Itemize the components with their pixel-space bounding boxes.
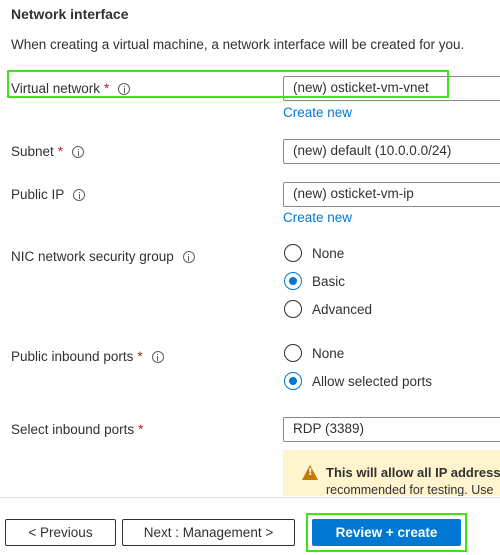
info-icon[interactable]	[151, 350, 164, 363]
required-marker: *	[57, 144, 64, 159]
section-title: Network interface	[11, 6, 129, 22]
public-ip-create-new-link[interactable]: Create new	[283, 210, 352, 225]
warning-icon: !	[302, 465, 318, 480]
nic-nsg-option-none[interactable]: None	[284, 244, 344, 262]
public-ip-label: Public IP	[11, 187, 86, 202]
nic-nsg-label: NIC network security group	[11, 249, 195, 264]
public-ip-dropdown[interactable]: (new) osticket-vm-ip	[283, 182, 500, 207]
subnet-label: Subnet *	[11, 144, 85, 159]
info-icon[interactable]	[72, 145, 85, 158]
radio-label: Basic	[312, 273, 346, 289]
previous-button[interactable]: < Previous	[5, 519, 116, 546]
select-inbound-ports-label: Select inbound ports *	[11, 422, 143, 437]
virtual-network-create-new-link[interactable]: Create new	[283, 105, 352, 120]
subnet-label-text: Subnet	[11, 144, 54, 159]
virtual-network-label-text: Virtual network	[11, 81, 101, 96]
public-inbound-option-allow-selected[interactable]: Allow selected ports	[284, 372, 432, 390]
radio-label: Allow selected ports	[312, 373, 433, 389]
section-description: When creating a virtual machine, a netwo…	[11, 37, 465, 52]
radio-label: None	[312, 245, 345, 261]
info-icon[interactable]	[73, 188, 86, 201]
select-inbound-ports-dropdown[interactable]: RDP (3389)	[283, 417, 500, 442]
warning-title: This will allow all IP addresses	[326, 465, 500, 480]
radio-button-selected[interactable]	[284, 372, 302, 390]
virtual-network-label: Virtual network *	[11, 81, 131, 96]
nic-nsg-option-advanced[interactable]: Advanced	[284, 300, 372, 318]
radio-button-selected[interactable]	[284, 272, 302, 290]
required-marker: *	[104, 81, 110, 96]
radio-button[interactable]	[284, 300, 302, 318]
select-inbound-ports-label-text: Select inbound ports	[11, 422, 135, 437]
radio-label: None	[312, 345, 345, 361]
nic-nsg-option-basic[interactable]: Basic	[284, 272, 345, 290]
info-icon[interactable]	[118, 82, 131, 95]
review-create-button[interactable]: Review + create	[312, 519, 461, 546]
nic-nsg-label-text: NIC network security group	[11, 249, 174, 264]
subnet-dropdown[interactable]: (new) default (10.0.0.0/24)	[283, 139, 500, 164]
virtual-network-dropdown[interactable]: (new) osticket-vm-vnet	[283, 76, 500, 101]
info-icon[interactable]	[182, 250, 195, 263]
required-marker: *	[138, 422, 144, 437]
footer-divider	[0, 497, 500, 498]
warning-body: recommended for testing. Use	[326, 483, 494, 496]
public-inbound-option-none[interactable]: None	[284, 344, 344, 362]
radio-button[interactable]	[284, 244, 302, 262]
required-marker: *	[137, 349, 143, 364]
next-management-button[interactable]: Next : Management >	[122, 519, 295, 546]
warning-banner: ! This will allow all IP addresses recom…	[283, 450, 500, 496]
public-inbound-ports-label: Public inbound ports *	[11, 349, 164, 364]
public-inbound-ports-label-text: Public inbound ports	[11, 349, 134, 364]
public-ip-label-text: Public IP	[11, 187, 65, 202]
radio-button[interactable]	[284, 344, 302, 362]
radio-label: Advanced	[312, 301, 373, 317]
